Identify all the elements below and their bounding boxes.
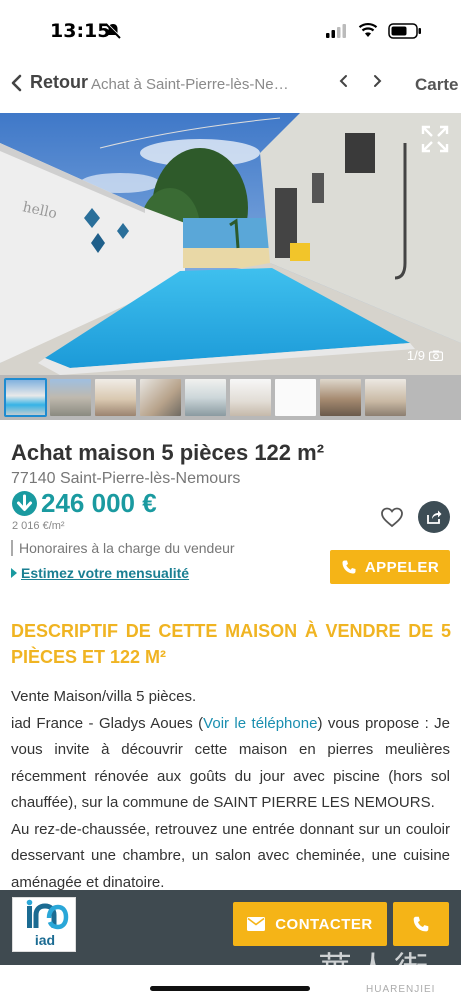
fees-note: Honoraires à la charge du vendeur [11,540,235,556]
triangle-right-icon [11,568,17,578]
thumbnail-8[interactable] [320,379,361,416]
signal-icon [326,24,346,38]
description-heading: DESCRIPTIF DE CETTE MAISON À VENDRE DE 5… [11,621,451,667]
call-label: APPELER [364,558,440,576]
estimate-payment-link[interactable]: Estimez votre mensualité [11,565,189,581]
previous-listing-icon[interactable] [337,73,351,89]
watermark-subtext: HUARENJIEI [366,984,436,995]
price-drop-icon [12,491,37,516]
thumbnail-4[interactable] [140,379,181,416]
phone-icon [413,916,429,932]
description-paragraph-3: Au rez-de-chaussée, retrouvez une entrée… [11,820,450,891]
fullscreen-icon[interactable] [421,125,449,153]
price-per-sqm: 2 016 €/m² [12,520,65,532]
price-row: 246 000 € [11,488,157,519]
battery-icon [388,23,421,39]
photo-counter: 1/9 [407,348,443,363]
top-navigation: Retour Achat à Saint-Pierre-lès-Nem... C… [0,62,461,108]
photo-counter-text: 1/9 [406,348,425,363]
call-button[interactable]: APPELER [330,550,450,584]
breadcrumb: Achat à Saint-Pierre-lès-Nem... [91,76,296,93]
thumbnail-6[interactable] [230,379,271,416]
share-button[interactable] [418,501,450,533]
thumbnail-3[interactable] [95,379,136,416]
thumbnail-5[interactable] [185,379,226,416]
status-bar: 13:15 [0,0,461,62]
chevron-left-icon [11,74,22,91]
description-text: iad France - Gladys Aoues ( [11,714,204,732]
estimate-label: Estimez votre mensualité [21,565,190,581]
contact-button[interactable]: CONTACTER [233,902,387,946]
iad-logo-mark [26,899,69,930]
home-indicator[interactable] [150,986,310,991]
back-label: Retour [30,72,88,92]
wifi-icon [358,22,378,37]
show-phone-link[interactable]: Voir le téléphone [203,715,317,732]
thumbnail-strip [0,375,461,420]
listing-price: 246 000 € [41,488,157,518]
back-button[interactable]: Retour [10,72,88,93]
description-paragraph-2: iad France - Gladys Aoues (Voir le télép… [11,711,450,817]
thumbnail-7[interactable] [275,379,316,416]
heart-icon[interactable] [380,505,404,529]
description-body: Vente Maison/villa 5 pièces. iad France … [11,684,450,896]
contact-label: CONTACTER [275,915,373,933]
bell-muted-icon [105,22,122,39]
status-time: 13:15 [50,20,111,42]
listing-location: 77140 Saint-Pierre-lès-Nemours [11,470,241,487]
thumbnail-9[interactable] [365,379,406,416]
next-listing-icon[interactable] [370,73,384,89]
thumbnail-2[interactable] [50,379,91,416]
share-icon [427,510,442,524]
envelope-icon [247,917,266,931]
description-line-1: Vente Maison/villa 5 pièces. [11,688,197,705]
phone-icon [342,560,356,574]
camera-icon [429,350,443,361]
listing-title: Achat maison 5 pièces 122 m² [11,440,325,465]
map-link[interactable]: Carte [415,75,458,95]
listing-photo[interactable]: hello 1/9 [0,113,461,375]
iad-logo-text: iad [34,932,56,948]
pool-house-image: hello [0,113,461,375]
iad-logo: iad [12,897,76,952]
thumbnail-1[interactable] [4,378,47,417]
phone-call-button[interactable] [393,902,449,946]
